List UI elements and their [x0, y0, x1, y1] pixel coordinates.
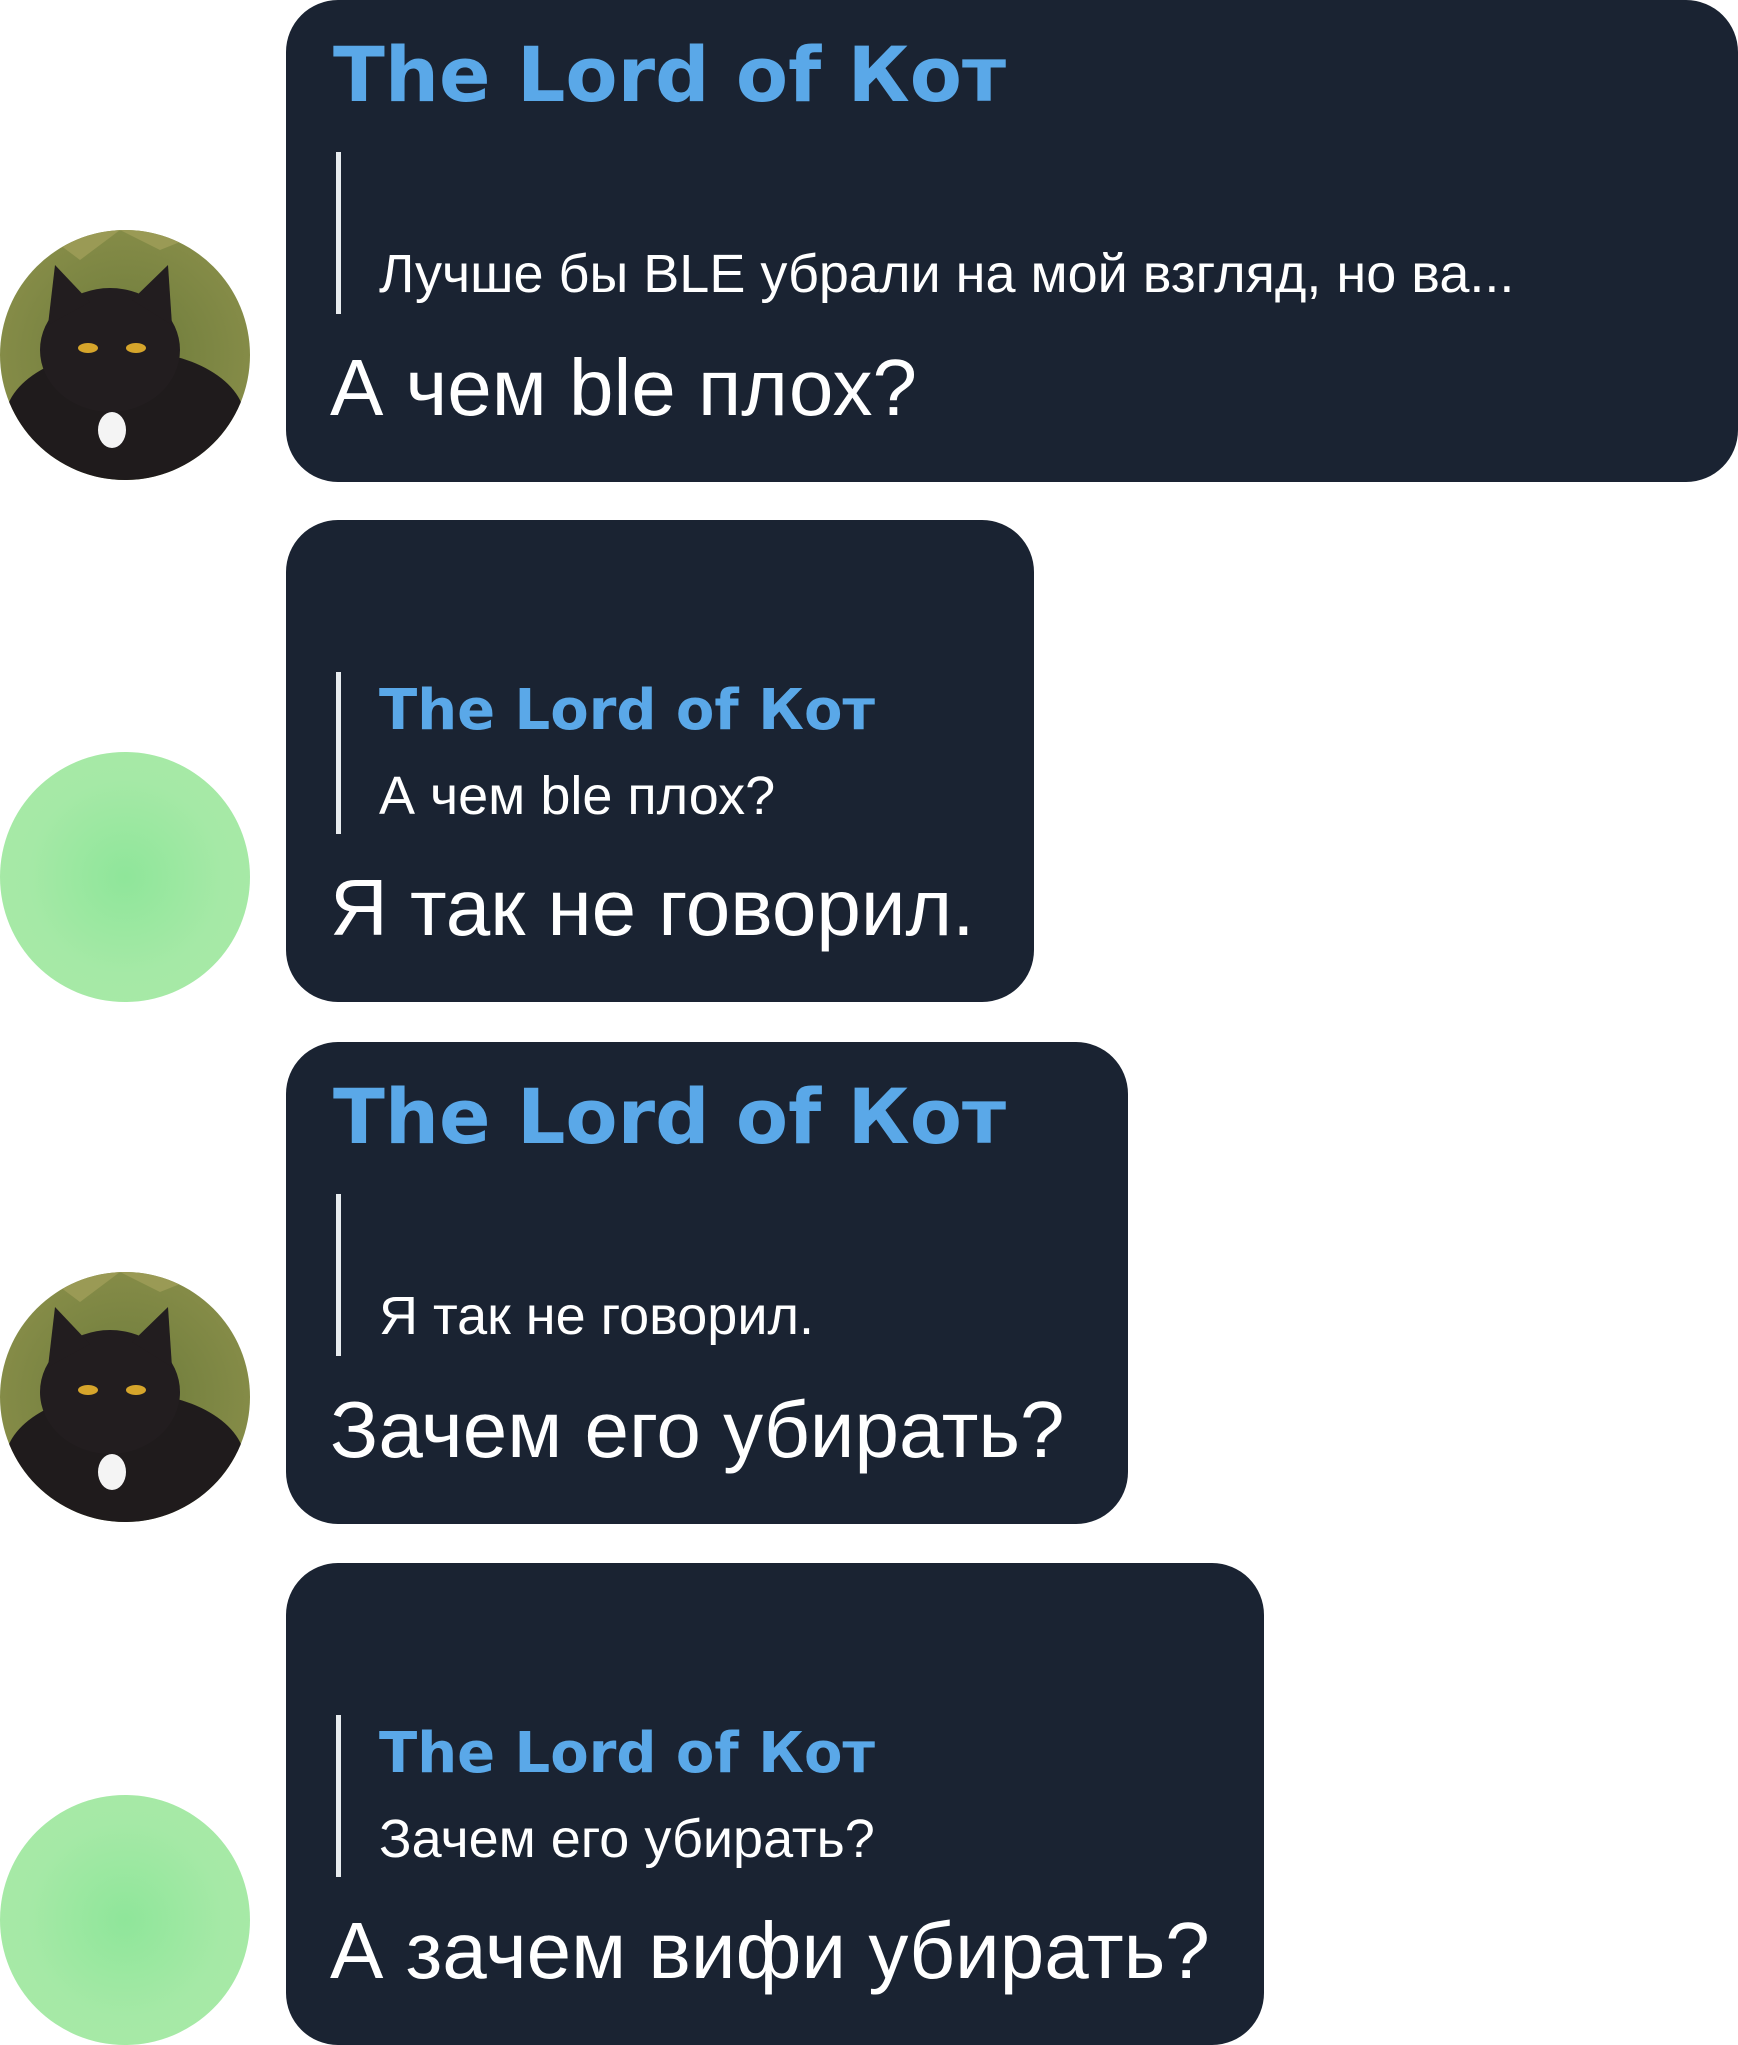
message-text: Зачем его убирать?	[330, 1385, 1065, 1474]
message-text: А чем ble плох?	[330, 343, 917, 432]
reply-quote[interactable]: Я так не говорил.	[336, 1194, 814, 1356]
sender-avatar-green[interactable]	[0, 1795, 250, 2045]
quote-text: Я так не говорил.	[379, 1286, 815, 1346]
sender-name[interactable]: The Lord of Кот	[333, 30, 1006, 120]
quote-sender-name[interactable]: The Lord of Кот	[379, 1721, 875, 1787]
reply-quote[interactable]: The Lord of Кот А чем ble плох?	[336, 672, 875, 834]
message-text: Я так не говорил.	[330, 863, 975, 952]
message-text: А зачем вифи убирать?	[330, 1906, 1210, 1995]
sender-avatar-cat[interactable]	[0, 230, 250, 480]
message-bubble[interactable]: The Lord of Кот Зачем его убирать? А зач…	[286, 1563, 1264, 2045]
cat-photo-icon	[0, 230, 250, 480]
sender-name[interactable]: The Lord of Кот	[333, 1072, 1006, 1162]
sender-avatar-cat[interactable]	[0, 1272, 250, 1522]
sender-avatar-green[interactable]	[0, 752, 250, 1002]
message-bubble[interactable]: The Lord of Кот Лучше бы BLE убрали на м…	[286, 0, 1738, 482]
reply-quote[interactable]: Лучше бы BLE убрали на мой взгляд, но ва…	[336, 152, 1514, 314]
quote-text: Зачем его убирать?	[379, 1809, 875, 1869]
quote-text: Лучше бы BLE убрали на мой взгляд, но ва…	[379, 244, 1515, 304]
cat-photo-icon	[0, 1272, 250, 1522]
reply-quote[interactable]: The Lord of Кот Зачем его убирать?	[336, 1715, 875, 1877]
message-bubble[interactable]: The Lord of Кот Я так не говорил. Зачем …	[286, 1042, 1128, 1524]
quote-sender-name[interactable]: The Lord of Кот	[379, 678, 875, 744]
quote-text: А чем ble плох?	[379, 766, 776, 826]
message-bubble[interactable]: The Lord of Кот А чем ble плох? Я так не…	[286, 520, 1034, 1002]
